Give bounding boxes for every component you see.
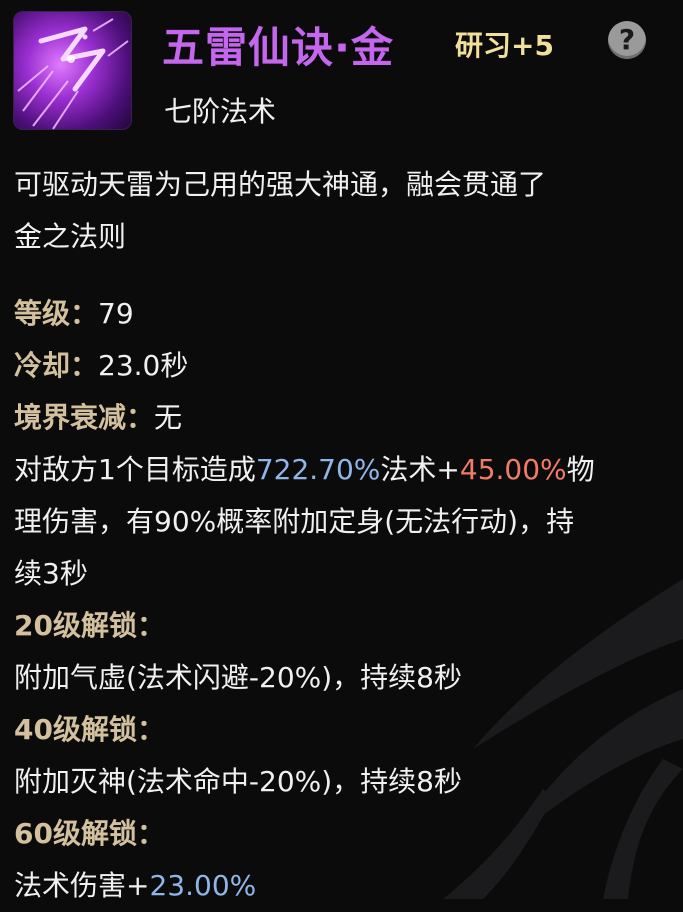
unlock-text: 附加气虚(法术闪避-20%)，持续8秒 bbox=[14, 661, 463, 694]
effect-text: 物 bbox=[566, 453, 595, 486]
magic-damage-percent: 722.70% bbox=[255, 453, 381, 486]
cooldown-row: 冷却：23.0秒 bbox=[14, 340, 674, 392]
skill-icon-frame bbox=[13, 11, 132, 130]
decay-row: 境界衰减：无 bbox=[14, 392, 674, 444]
spell-damage-bonus: 23.00% bbox=[149, 869, 257, 902]
effect-line: 续3秒 bbox=[14, 557, 88, 590]
cooldown-value: 23.0秒 bbox=[98, 349, 189, 382]
effect-line: 对敌方1个目标造成722.70%法术+45.00%物 bbox=[14, 444, 674, 496]
effect-text: 对敌方1个目标造成 bbox=[14, 453, 256, 486]
unlock-text-prefix: 法术伤害+ bbox=[14, 869, 150, 902]
help-icon[interactable]: ? bbox=[608, 21, 646, 59]
unlock-heading: 60级解锁： bbox=[14, 817, 165, 850]
effect-line: 理伤害，有90%概率附加定身(无法行动)，持 bbox=[14, 505, 575, 538]
decay-value: 无 bbox=[154, 401, 183, 434]
decay-label: 境界衰减： bbox=[14, 401, 155, 434]
research-level: 研习+5 bbox=[455, 29, 554, 62]
purple-lightning-icon bbox=[17, 18, 129, 130]
effect-text: 法术+ bbox=[380, 453, 460, 486]
unlock-text: 附加灭神(法术命中-20%)，持续8秒 bbox=[14, 765, 463, 798]
skill-stats: 等级：79 冷却：23.0秒 境界衰减：无 对敌方1个目标造成722.70%法术… bbox=[14, 288, 674, 912]
unlock-heading: 40级解锁： bbox=[14, 713, 165, 746]
skill-name: 五雷仙诀·金 bbox=[162, 23, 394, 72]
level-row: 等级：79 bbox=[14, 288, 674, 340]
unlock-heading: 20级解锁： bbox=[14, 609, 165, 642]
skill-description: 可驱动天雷为己用的强大神通，融会贯通了 金之法则 bbox=[14, 159, 674, 263]
physical-damage-percent: 45.00% bbox=[459, 453, 567, 486]
description-line: 金之法则 bbox=[14, 220, 127, 253]
skill-grade: 七阶法术 bbox=[164, 95, 277, 128]
unlock-text: 法术伤害+23.00% bbox=[14, 860, 674, 912]
level-label: 等级： bbox=[14, 297, 99, 330]
level-value: 79 bbox=[98, 297, 134, 330]
description-line: 可驱动天雷为己用的强大神通，融会贯通了 bbox=[14, 168, 547, 201]
cooldown-label: 冷却： bbox=[14, 349, 99, 382]
